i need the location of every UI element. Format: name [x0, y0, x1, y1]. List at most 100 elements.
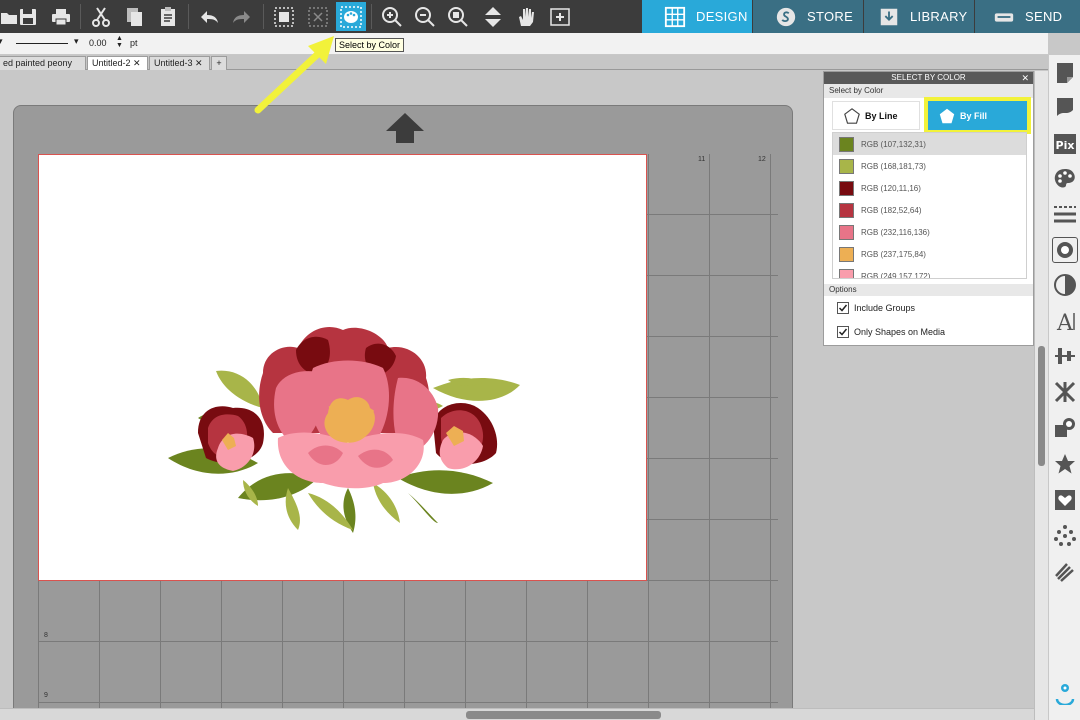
vertical-scrollbar[interactable] — [1034, 71, 1048, 720]
doc-tab-active[interactable]: Untitled-2 ✕ — [87, 56, 148, 70]
line-style-preview[interactable] — [16, 43, 68, 44]
color-list-item[interactable]: RGB (168,181,73) — [833, 155, 1026, 177]
tab-store[interactable]: STORE — [753, 0, 863, 33]
pentagon-filled-icon — [939, 108, 955, 123]
color-label: RGB (237,175,84) — [861, 249, 926, 259]
zoom-in-icon[interactable] — [377, 2, 407, 31]
media-icon[interactable] — [1052, 95, 1078, 121]
color-list-item[interactable]: RGB (232,116,136) — [833, 221, 1026, 243]
tab-send[interactable]: SEND — [975, 0, 1080, 33]
pentagon-outline-icon — [844, 107, 860, 124]
settings-icon[interactable] — [1052, 680, 1078, 706]
top-toolbar: DESIGN STORE LIBRARY SEND — [0, 0, 1080, 33]
print-icon[interactable] — [46, 2, 76, 31]
color-label: RGB (120,11,16) — [861, 183, 921, 193]
tab-store-label: STORE — [807, 9, 854, 24]
favorite-star-icon[interactable] — [1052, 451, 1078, 477]
horizontal-scroll-thumb[interactable] — [466, 711, 661, 719]
text-style-icon[interactable]: A — [1052, 308, 1078, 334]
by-line-label: By Line — [865, 110, 898, 121]
color-list-item[interactable]: RGB (182,52,64) — [833, 199, 1026, 221]
only-shapes-on-media-option[interactable]: Only Shapes on Media — [837, 326, 945, 338]
zoom-fit-icon[interactable] — [443, 2, 473, 31]
pixscan-icon[interactable]: Pix — [1052, 131, 1078, 157]
panel-title: SELECT BY COLOR — [891, 73, 966, 82]
design-grid-icon — [664, 6, 686, 27]
line-style-icon[interactable] — [1052, 201, 1078, 227]
select-by-color-tooltip: Select by Color — [335, 38, 405, 52]
color-list-item[interactable]: RGB (249,157,172) — [833, 265, 1026, 278]
vertical-scroll-thumb[interactable] — [1038, 346, 1045, 466]
panel-title-bar[interactable]: SELECT BY COLOR ✕ — [824, 72, 1033, 84]
doc-tab[interactable]: Untitled-3 ✕ — [149, 56, 210, 70]
ruler-number: 11 — [698, 156, 706, 163]
line-width-input[interactable]: 0.00 — [89, 38, 107, 48]
align-icon[interactable] — [1052, 343, 1078, 369]
panel-subtitle: Select by Color — [824, 84, 1033, 98]
checkmark-icon — [838, 304, 848, 312]
close-tab-icon[interactable]: ✕ — [195, 58, 203, 68]
fill-color-icon[interactable] — [1052, 166, 1078, 192]
color-list[interactable]: RGB (107,132,31) RGB (168,181,73) RGB (120… — [832, 132, 1027, 279]
color-label: RGB (107,132,31) — [861, 139, 926, 149]
copy-icon[interactable] — [119, 2, 149, 31]
sketch-effects-icon[interactable] — [1052, 559, 1078, 585]
by-line-button[interactable]: By Line — [832, 101, 920, 130]
toolbar-divider — [371, 4, 372, 29]
color-list-item[interactable]: RGB (237,175,84) — [833, 243, 1026, 265]
offset-icon[interactable] — [1052, 237, 1078, 263]
move-down-icon[interactable] — [478, 2, 508, 31]
peony-design[interactable] — [158, 268, 528, 538]
include-groups-checkbox[interactable] — [837, 302, 849, 314]
save-icon[interactable] — [13, 2, 43, 31]
only-shapes-on-media-checkbox[interactable] — [837, 326, 849, 338]
toolbar-divider — [188, 4, 189, 29]
color-swatch — [839, 224, 854, 240]
cut-icon[interactable] — [86, 2, 116, 31]
tab-library[interactable]: LIBRARY — [864, 0, 974, 33]
include-groups-option[interactable]: Include Groups — [837, 302, 915, 314]
pan-hand-icon[interactable] — [511, 2, 541, 31]
ruler-number: 12 — [758, 156, 766, 163]
document-tabs: ed painted peony Untitled-2 ✕ Untitled-3… — [0, 55, 1048, 70]
close-icon[interactable]: ✕ — [1021, 72, 1029, 84]
color-swatch — [839, 136, 854, 152]
chevron-down-icon[interactable]: ▾ — [74, 36, 79, 47]
undo-icon[interactable] — [194, 2, 224, 31]
page-setup-icon[interactable] — [1052, 60, 1078, 86]
color-list-item[interactable]: RGB (107,132,31) — [833, 133, 1026, 155]
tab-send-label: SEND — [1025, 9, 1063, 24]
by-fill-button[interactable]: By Fill — [924, 97, 1031, 134]
feed-direction-icon — [386, 113, 424, 143]
color-swatch — [839, 158, 854, 174]
replicate-icon[interactable] — [1052, 379, 1078, 405]
rhinestone-icon[interactable] — [1052, 523, 1078, 549]
tab-library-label: LIBRARY — [910, 9, 968, 24]
close-tab-icon[interactable]: ✕ — [133, 58, 141, 68]
color-swatch — [839, 268, 854, 278]
color-list-item[interactable]: RGB (120,11,16) — [833, 177, 1026, 199]
send-cutter-icon — [994, 12, 1014, 22]
paste-icon[interactable] — [153, 2, 183, 31]
ruler-number: 8 — [44, 632, 48, 639]
only-shapes-on-media-label: Only Shapes on Media — [854, 327, 946, 337]
modify-icon[interactable] — [1052, 415, 1078, 441]
silhouette-studio-window: DESIGN STORE LIBRARY SEND Select by Colo… — [0, 0, 1080, 720]
horizontal-scrollbar[interactable] — [0, 708, 1034, 720]
zoom-out-icon[interactable] — [410, 2, 440, 31]
line-style-bar: ▾ ▾ 0.00 ▲ ▼ pt — [0, 33, 1048, 55]
library-heart-icon[interactable] — [1052, 487, 1078, 513]
include-groups-label: Include Groups — [854, 303, 916, 313]
color-label: RGB (232,116,136) — [861, 227, 930, 237]
tab-design-label: DESIGN — [696, 9, 748, 24]
svg-text:A: A — [1056, 311, 1074, 333]
trace-icon[interactable] — [1052, 272, 1078, 298]
line-width-stepper[interactable]: ▲ ▼ — [116, 35, 123, 49]
select-by-color-panel: SELECT BY COLOR ✕ Select by Color By Lin… — [823, 71, 1034, 346]
doc-tab[interactable]: ed painted peony — [0, 56, 86, 70]
new-tab-button[interactable]: + — [211, 56, 227, 70]
color-swatch — [839, 246, 854, 262]
chevron-down-icon[interactable]: ▾ — [0, 36, 3, 47]
tab-design[interactable]: DESIGN — [642, 0, 752, 33]
add-page-icon[interactable] — [545, 2, 575, 31]
